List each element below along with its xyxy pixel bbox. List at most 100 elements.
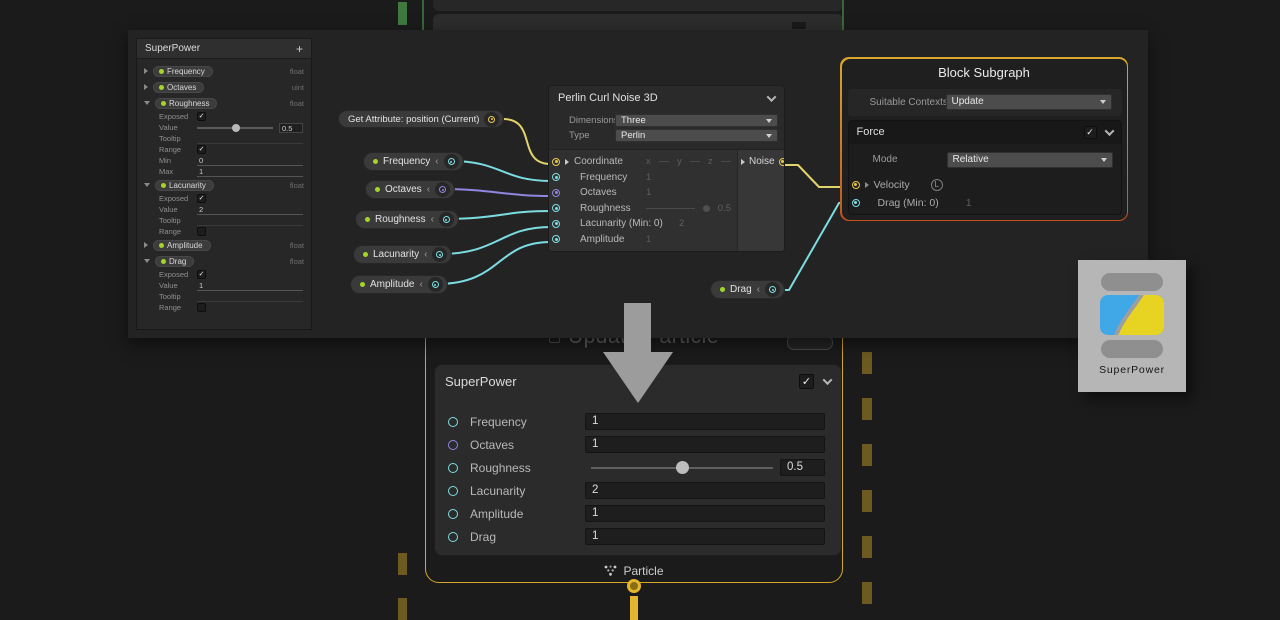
octaves-param-node[interactable]: Octaves ‹ — [365, 180, 455, 199]
chevron-down-icon[interactable] — [1104, 126, 1114, 136]
block-enabled-checkbox[interactable]: ✓ — [799, 374, 814, 389]
update-particle-context[interactable]: Update Particle SuperPower ✓ Frequency 1… — [425, 322, 843, 583]
roughness-param-node[interactable]: Roughness ‹ — [355, 210, 459, 229]
amplitude-param-node[interactable]: Amplitude ‹ — [350, 275, 448, 294]
collapse-icon[interactable]: ‹ — [427, 185, 430, 195]
collapse-icon[interactable]: ‹ — [757, 285, 760, 295]
octaves-output-port[interactable] — [439, 186, 446, 193]
chevron-down-icon[interactable] — [823, 375, 833, 385]
collapse-icon[interactable]: ‹ — [435, 157, 438, 167]
lacunarity-value-field[interactable]: 2 — [197, 205, 303, 215]
force-block[interactable]: Force ✓ Mode Relative Velocity L Drag (M… — [848, 120, 1122, 215]
frequency-input[interactable]: 1 — [585, 413, 825, 430]
roughness-value-field[interactable]: 0.5 — [279, 123, 303, 133]
position-output-port[interactable] — [488, 116, 495, 123]
roughness-output-port[interactable] — [443, 216, 450, 223]
expander-icon[interactable] — [144, 68, 148, 74]
octaves-input[interactable]: 1 — [585, 436, 825, 453]
lacunarity-port[interactable] — [448, 486, 458, 496]
lacunarity-param-node[interactable]: Lacunarity ‹ — [353, 245, 452, 264]
amplitude-port[interactable] — [448, 509, 458, 519]
roughness-slider-handle[interactable] — [232, 124, 240, 132]
tooltip-field[interactable] — [197, 216, 303, 226]
exposed-checkbox[interactable]: ✓ — [197, 194, 206, 203]
block-row-amplitude: Amplitude 1 — [435, 502, 841, 525]
context-output-port[interactable] — [627, 579, 641, 593]
node-title-bar[interactable]: Perlin Curl Noise 3D — [549, 86, 784, 110]
collapse-icon[interactable]: ‹ — [424, 250, 427, 260]
tooltip-field[interactable] — [197, 134, 303, 144]
exposed-checkbox[interactable]: ✓ — [197, 270, 206, 279]
frequency-param-node[interactable]: Frequency ‹ — [363, 152, 464, 171]
param-drag[interactable]: Drag float — [137, 253, 311, 269]
param-octaves[interactable]: Octaves uint — [137, 79, 311, 95]
expander-icon[interactable] — [865, 182, 869, 188]
drag-port[interactable] — [448, 532, 458, 542]
dimensions-dropdown[interactable]: Three — [615, 114, 778, 127]
param-amplitude[interactable]: Amplitude float — [137, 237, 311, 253]
min-field[interactable]: 0 — [197, 156, 303, 166]
lacunarity-input[interactable]: 2 — [585, 482, 825, 499]
subgraph-title: Block Subgraph — [842, 59, 1127, 80]
frequency-port[interactable] — [552, 173, 560, 181]
block-subgraph-panel[interactable]: Block Subgraph Suitable Contexts Update … — [840, 57, 1128, 221]
lacunarity-output-port[interactable] — [436, 251, 443, 258]
block-header[interactable]: SuperPower ✓ — [435, 365, 841, 397]
range-checkbox[interactable]: ✓ — [197, 145, 206, 154]
roughness-slider-track[interactable] — [197, 127, 273, 129]
max-field[interactable]: 1 — [197, 167, 303, 177]
param-frequency[interactable]: Frequency float — [137, 63, 311, 79]
param-lacunarity[interactable]: Lacunarity float — [137, 177, 311, 193]
force-header[interactable]: Force ✓ — [849, 121, 1121, 144]
range-checkbox[interactable] — [197, 227, 206, 236]
velocity-port[interactable] — [852, 181, 860, 189]
frequency-port[interactable] — [448, 417, 458, 427]
type-dropdown[interactable]: Perlin — [615, 129, 778, 142]
drag-output-port[interactable] — [769, 286, 776, 293]
drag-param-node[interactable]: Drag ‹ — [710, 280, 785, 299]
block-row-octaves: Octaves 1 — [435, 433, 841, 456]
perlin-curl-noise-node[interactable]: Perlin Curl Noise 3D Dimensions Three Ty… — [548, 85, 785, 252]
exposed-checkbox[interactable]: ✓ — [197, 112, 206, 121]
expander-icon[interactable] — [565, 159, 569, 165]
collapse-icon[interactable]: ‹ — [431, 215, 434, 225]
amplitude-output-port[interactable] — [432, 281, 439, 288]
superpower-block[interactable]: SuperPower ✓ Frequency 1 Octaves 1 Rough… — [434, 364, 842, 556]
chevron-down-icon[interactable] — [767, 92, 777, 102]
octaves-port[interactable] — [552, 189, 560, 197]
superpower-asset-card[interactable]: SuperPower — [1078, 260, 1186, 392]
range-checkbox[interactable] — [197, 303, 206, 312]
expander-icon[interactable] — [144, 101, 150, 105]
mode-dropdown[interactable]: Relative — [947, 152, 1113, 168]
collapse-icon[interactable]: ‹ — [419, 280, 422, 290]
frequency-output-port[interactable] — [448, 158, 455, 165]
drag-value-field[interactable]: 1 — [197, 281, 303, 291]
get-attribute-node[interactable]: Get Attribute: position (Current) — [338, 110, 504, 128]
expander-icon[interactable] — [144, 242, 148, 248]
coordinate-port[interactable] — [552, 158, 560, 166]
amplitude-port[interactable] — [552, 235, 560, 243]
expander-icon[interactable] — [144, 84, 148, 90]
drag-port[interactable] — [852, 199, 860, 207]
roughness-port[interactable] — [552, 204, 560, 212]
particle-icon — [604, 565, 617, 577]
background-node-checkbox — [792, 22, 806, 29]
suitable-contexts-dropdown[interactable]: Update — [946, 94, 1112, 110]
force-enabled-checkbox[interactable]: ✓ — [1084, 126, 1097, 139]
drag-input[interactable]: 1 — [585, 528, 825, 545]
roughness-slider-handle[interactable] — [676, 461, 689, 474]
expander-icon[interactable] — [144, 183, 150, 187]
amplitude-input[interactable]: 1 — [585, 505, 825, 522]
noise-output-port[interactable] — [779, 158, 785, 166]
param-roughness[interactable]: Roughness float — [137, 95, 311, 111]
add-parameter-button[interactable]: + — [296, 42, 303, 56]
roughness-input[interactable]: 0.5 — [780, 459, 825, 476]
expander-icon[interactable] — [144, 259, 150, 263]
local-space-badge[interactable]: L — [931, 179, 943, 191]
roughness-port[interactable] — [448, 463, 458, 473]
background-node-bottom — [433, 0, 843, 11]
tooltip-field[interactable] — [197, 292, 303, 302]
octaves-port[interactable] — [448, 440, 458, 450]
exposed-dot — [373, 159, 378, 164]
lacunarity-port[interactable] — [552, 220, 560, 228]
